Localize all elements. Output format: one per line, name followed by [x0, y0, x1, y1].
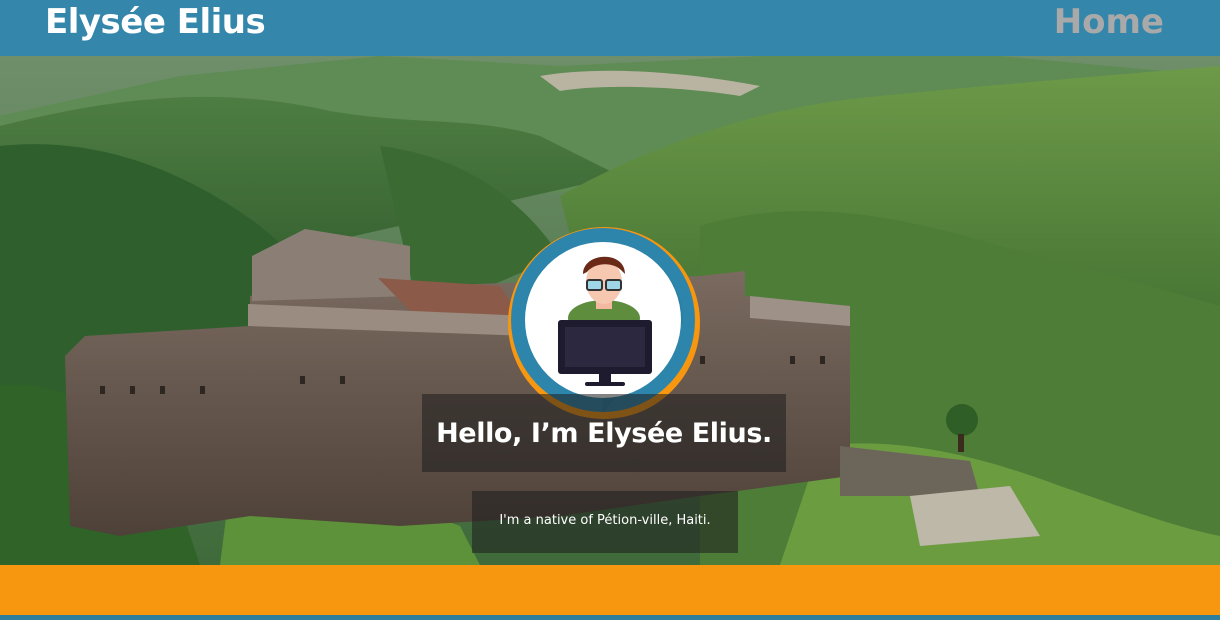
top-navbar: Elysée Elius Home — [0, 0, 1220, 56]
hero-section: Hello, I’m Elysée Elius. I'm a native of… — [0, 56, 1220, 565]
profile-avatar — [503, 222, 703, 422]
intro-text: I'm a native of Pétion-ville, Haiti. — [499, 513, 711, 528]
intro-box: I'm a native of Pétion-ville, Haiti. — [472, 491, 738, 553]
greeting-heading: Hello, I’m Elysée Elius. — [436, 418, 772, 449]
accent-band — [0, 565, 1220, 615]
site-brand[interactable]: Elysée Elius — [45, 2, 266, 42]
developer-avatar-icon — [508, 227, 700, 419]
nav-home-link[interactable]: Home — [1054, 2, 1164, 42]
greeting-box: Hello, I’m Elysée Elius. — [422, 394, 786, 472]
footer-strip — [0, 615, 1220, 620]
